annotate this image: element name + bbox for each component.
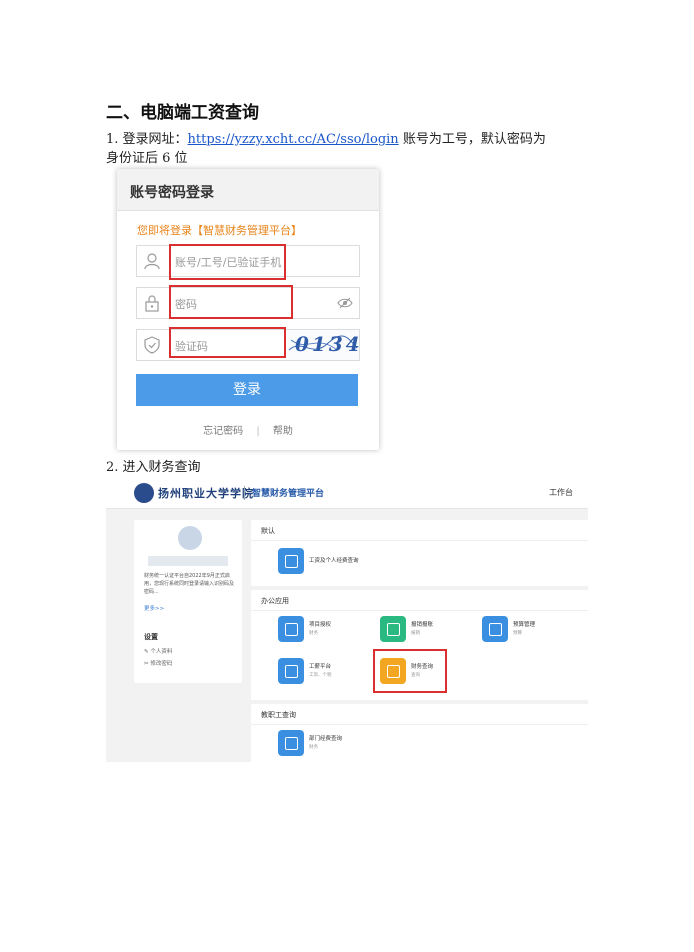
portal-screenshot: 扬州职业大学学院 智慧财务管理平台 工作台 财务统一认证平台自2022年9月正式… — [106, 478, 588, 762]
step1-suffix: 账号为工号，默认密码为 — [398, 132, 546, 147]
section-heading: 二、电脑端工资查询 — [106, 103, 259, 123]
panel-divider — [251, 724, 588, 725]
payroll-icon — [278, 658, 304, 684]
change-password-link[interactable]: ✂ 修改密码 — [144, 659, 172, 667]
app-sub: 财务 — [309, 631, 318, 636]
captcha-image[interactable]: 0134 — [287, 330, 360, 360]
user-icon — [144, 253, 160, 270]
staff-panel-title: 教职工查询 — [261, 711, 296, 719]
app-name: 工资及个人经费查询 — [309, 558, 359, 564]
platform-name: 智慧财务管理平台 — [252, 489, 325, 499]
lock-icon — [145, 295, 159, 312]
step1-line2: 身份证后 6 位 — [106, 151, 188, 166]
app-sub: 财务 — [309, 745, 318, 750]
notice-text: 财务统一认证平台自2022年9月正式启用，您现行系统同时登录请输入识别码及密码.… — [144, 573, 235, 595]
app-dept-funds[interactable]: 部门经费查询 财务 — [278, 730, 398, 762]
header-divider — [244, 486, 245, 500]
avatar — [178, 526, 202, 550]
portal-header: 扬州职业大学学院 智慧财务管理平台 工作台 — [106, 478, 588, 509]
app-salary-query[interactable]: 工资及个人经费查询 — [278, 548, 398, 580]
document-icon — [380, 616, 406, 642]
app-name: 部门经费查询 — [309, 736, 343, 742]
school-logo-text: 扬州职业大学学院 — [158, 487, 254, 500]
login-url-link[interactable]: https://yzzy.xcht.cc/AC/sso/login — [188, 132, 399, 147]
username-highlight-box — [169, 244, 286, 280]
app-sub: 工资、个税 — [309, 673, 332, 678]
salary-query-icon — [278, 548, 304, 574]
app-name: 工薪平台 — [309, 664, 332, 670]
shield-icon — [144, 336, 160, 354]
settings-title: 设置 — [144, 633, 158, 641]
step2-text: 2. 进入财务查询 — [106, 460, 201, 475]
step1-line1: 1. 登录网址：https://yzzy.xcht.cc/AC/sso/logi… — [106, 130, 546, 149]
cube-icon — [278, 616, 304, 642]
office-panel-title: 办公应用 — [261, 597, 289, 605]
app-name: 项目授权 — [309, 622, 332, 628]
forgot-password-link[interactable]: 忘记密码 — [203, 426, 243, 437]
app-sub: 预算 — [513, 631, 522, 636]
captcha-text: 0134 — [295, 332, 363, 356]
app-name: 预算管理 — [513, 622, 536, 628]
user-card: 财务统一认证平台自2022年9月正式启用，您现行系统同时登录请输入识别码及密码.… — [134, 520, 242, 683]
step1-prefix: 1. 登录网址： — [106, 132, 188, 147]
captcha-highlight-box — [169, 327, 286, 358]
personal-info-link[interactable]: ✎ 个人资料 — [144, 647, 172, 655]
default-panel: 默认 工资及个人经费查询 — [251, 520, 588, 586]
finance-query-highlight-box — [373, 649, 447, 693]
app-name: 报销报账 — [411, 622, 434, 628]
link-separator: | — [256, 426, 260, 437]
dept-funds-icon — [278, 730, 304, 756]
personal-info-label: 个人资料 — [150, 649, 173, 655]
login-button[interactable]: 登录 — [136, 374, 358, 406]
app-budget[interactable]: 预算管理 预算 — [482, 616, 588, 648]
user-name-blurred — [148, 556, 228, 566]
password-highlight-box — [169, 285, 293, 319]
login-title: 账号密码登录 — [130, 185, 214, 201]
login-header: 账号密码登录 — [117, 169, 379, 211]
panel-divider — [251, 540, 588, 541]
app-sub: 报销 — [411, 631, 420, 636]
staff-query-panel: 教职工查询 部门经费查询 财务 — [251, 704, 588, 762]
login-card: 账号密码登录 您即将登录【智慧财务管理平台】 账号/工号/已验证手机 密码 验证 — [117, 169, 379, 450]
school-logo-icon — [134, 483, 154, 503]
help-link[interactable]: 帮助 — [273, 426, 293, 437]
change-password-label: 修改密码 — [150, 661, 173, 667]
budget-icon — [482, 616, 508, 642]
login-links: 忘记密码 | 帮助 — [117, 422, 379, 437]
eye-icon[interactable] — [337, 297, 353, 309]
login-subtitle: 您即将登录【智慧财务管理平台】 — [137, 224, 302, 237]
workbench-link[interactable]: 工作台 — [549, 487, 573, 498]
office-apps-panel: 办公应用 项目授权 财务 报销报账 报销 预算管理 预算 工薪平台 工资、个税 … — [251, 590, 588, 700]
panel-divider — [251, 610, 588, 611]
default-panel-title: 默认 — [261, 527, 275, 535]
more-link[interactable]: 更多>> — [144, 604, 164, 612]
